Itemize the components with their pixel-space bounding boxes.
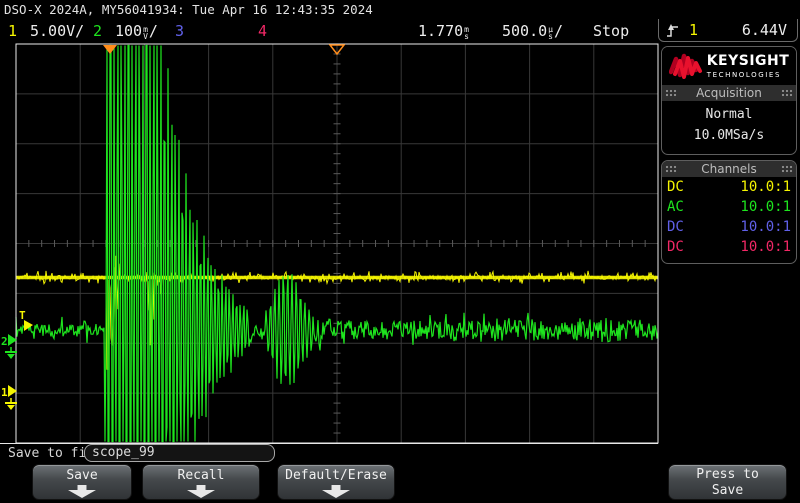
- keysight-logo: KEYSIGHT TECHNOLOGIES: [662, 47, 796, 85]
- acquisition-panel-header[interactable]: Acquisition: [662, 85, 796, 101]
- ch1-ground-marker[interactable]: 1: [1, 385, 17, 410]
- ch2-ground-marker[interactable]: 2: [1, 334, 17, 359]
- svg-text:T: T: [19, 309, 26, 322]
- menu-down-arrow-icon: [68, 485, 96, 498]
- oscilloscope-screen: DSO-X 2024A, MY56041934: Tue Apr 16 12:4…: [0, 0, 800, 503]
- grip-dots-icon: [665, 89, 677, 98]
- acquisition-panel: KEYSIGHT TECHNOLOGIES Acquisition Normal…: [661, 46, 797, 155]
- trigger-position-marker[interactable]: [103, 45, 117, 54]
- keysight-brand-text: KEYSIGHT: [707, 53, 790, 69]
- grip-dots-icon: [781, 89, 793, 98]
- grip-dots-icon: [781, 165, 793, 174]
- menu-down-arrow-icon: [187, 485, 215, 498]
- press-to-save-softkey[interactable]: Press to Save: [668, 464, 787, 500]
- acquisition-mode: Normal: [662, 107, 796, 122]
- keysight-sub-text: TECHNOLOGIES: [707, 71, 790, 79]
- channel-3-row: DC10.0:1: [662, 217, 796, 237]
- sample-rate: 10.0MSa/s: [662, 128, 796, 143]
- channels-panel-header[interactable]: Channels: [662, 161, 796, 177]
- channel-2-row: AC10.0:1: [662, 197, 796, 217]
- channel-1-row: DC10.0:1: [662, 177, 796, 197]
- channel-4-row: DC10.0:1: [662, 237, 796, 257]
- default-erase-softkey[interactable]: Default/Erase: [277, 464, 395, 500]
- keysight-spark-icon: [669, 51, 703, 81]
- save-softkey[interactable]: Save: [32, 464, 132, 500]
- svg-text:2: 2: [1, 335, 8, 348]
- menu-down-arrow-icon: [322, 485, 350, 498]
- svg-text:1: 1: [1, 386, 8, 399]
- grip-dots-icon: [665, 165, 677, 174]
- filename-input[interactable]: [84, 444, 275, 462]
- channels-panel: Channels DC10.0:1 AC10.0:1 DC10.0:1 DC10…: [661, 160, 797, 264]
- recall-softkey[interactable]: Recall: [142, 464, 260, 500]
